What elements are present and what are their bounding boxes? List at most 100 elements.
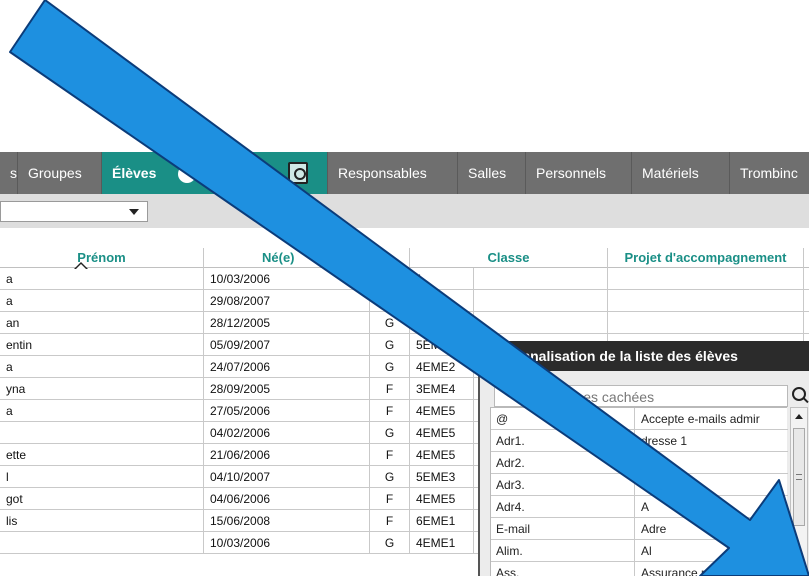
scroll-grip-icon xyxy=(796,474,802,480)
cell-ne: 10/03/2006 xyxy=(204,532,370,554)
cell-ne: 28/09/2005 xyxy=(204,378,370,400)
cell-ne: 04/02/2006 xyxy=(204,422,370,444)
hidden-column-item[interactable]: Ass. Assurance responsab xyxy=(491,562,788,576)
cell-classe xyxy=(410,312,474,334)
cell-prenom: lis xyxy=(0,510,204,532)
cell-prenom: l xyxy=(0,466,204,488)
cell-classe: 4EME5 xyxy=(410,488,474,510)
cell-ne: 27/05/2006 xyxy=(204,400,370,422)
col-header-prenom[interactable]: Prénom xyxy=(0,248,204,268)
tab-partial[interactable]: s xyxy=(0,152,18,194)
cell-prenom xyxy=(0,422,204,444)
column-label: Accepte e-mails admir xyxy=(641,412,760,426)
scroll-up-icon[interactable] xyxy=(795,414,803,419)
hidden-columns-field[interactable]: olonnes cachées xyxy=(494,385,788,407)
cell-sexe: F xyxy=(370,488,410,510)
cell-sexe xyxy=(370,268,410,290)
cell-projet xyxy=(608,312,804,334)
cell-classe: 5EME3 xyxy=(410,466,474,488)
cell-classe: 4EME5 xyxy=(410,444,474,466)
cell-sexe xyxy=(370,290,410,312)
column-abbreviation: E-mail xyxy=(491,518,635,540)
cell-sexe: G xyxy=(370,334,410,356)
col-header-sexe[interactable] xyxy=(370,248,410,268)
chevron-down-icon[interactable] xyxy=(129,209,139,215)
cell-prenom: an xyxy=(0,312,204,334)
filter-combo[interactable] xyxy=(0,201,148,222)
cell-classe-extra xyxy=(474,312,608,334)
cell-projet xyxy=(608,268,804,290)
cell-ne: 24/07/2006 xyxy=(204,356,370,378)
document-search-icon[interactable] xyxy=(288,162,308,184)
cell-classe: 5EM xyxy=(410,334,474,356)
cell-prenom: a xyxy=(0,356,204,378)
cell-prenom xyxy=(0,532,204,554)
column-label: e 2 xyxy=(641,456,658,470)
tab-materiels[interactable]: Matériels xyxy=(632,152,730,194)
hidden-column-item[interactable]: Adr1. dresse 1 xyxy=(491,430,788,452)
hidden-column-item[interactable]: Alim. Al xyxy=(491,540,788,562)
list-customization-panel: ersonnalisation de la liste des élèves o… xyxy=(478,341,809,576)
table-row[interactable]: a 29/08/2007 xyxy=(0,290,809,312)
cell-ne: 10/03/2006 xyxy=(204,268,370,290)
hidden-column-item[interactable]: E-mail Adre xyxy=(491,518,788,540)
cell-ne: 04/10/2007 xyxy=(204,466,370,488)
cell-classe: 6EME1 xyxy=(410,510,474,532)
cell-ne: 15/06/2008 xyxy=(204,510,370,532)
cell-sexe: F xyxy=(370,400,410,422)
tab-trombinoscope[interactable]: Trombinc xyxy=(730,152,809,194)
hidden-column-item[interactable]: @ Accepte e-mails admir xyxy=(491,408,788,430)
tab-responsables[interactable]: Responsables xyxy=(328,152,458,194)
column-label: Adre xyxy=(641,522,667,536)
search-icon[interactable] xyxy=(790,386,809,406)
cell-ne: 04/06/2006 xyxy=(204,488,370,510)
column-abbreviation: Alim. xyxy=(491,540,635,562)
column-abbreviation: Ass. xyxy=(491,562,635,576)
cell-sexe: G xyxy=(370,422,410,444)
cell-classe: 3EME4 xyxy=(410,378,474,400)
hidden-column-item[interactable]: Adr3. xyxy=(491,474,788,496)
tab-groupes[interactable]: Groupes xyxy=(18,152,102,194)
cell-ne: 28/12/2005 xyxy=(204,312,370,334)
cell-classe-extra xyxy=(474,268,608,290)
column-label: Assurance responsab xyxy=(641,566,758,576)
tab-bar: s Groupes Élèves Responsables Salles Per… xyxy=(0,152,809,194)
col-header-classe[interactable]: Classe xyxy=(410,248,608,268)
column-abbreviation: Adr3. xyxy=(491,474,635,496)
tab-circle-icon[interactable] xyxy=(178,165,196,183)
col-header-projet[interactable]: Projet d'accompagnement xyxy=(608,248,804,268)
hidden-column-item[interactable]: Adr2. e 2 xyxy=(491,452,788,474)
hidden-columns-list: @ Accepte e-mails admir Adr1. dresse 1 Adr2.… xyxy=(490,407,788,576)
cell-classe: 4EME1 xyxy=(410,532,474,554)
cell-sexe: F xyxy=(370,378,410,400)
column-abbreviation: Adr4. xyxy=(491,496,635,518)
column-label: Al xyxy=(641,544,652,558)
cell-ne: 21/06/2006 xyxy=(204,444,370,466)
hidden-column-item[interactable]: Adr4. A xyxy=(491,496,788,518)
column-label: A xyxy=(641,500,650,514)
screen: s Groupes Élèves Responsables Salles Per… xyxy=(0,0,809,576)
column-label xyxy=(635,474,788,496)
table-row[interactable]: an 28/12/2005 G xyxy=(0,312,809,334)
cell-prenom: got xyxy=(0,488,204,510)
column-abbreviation: Adr2. xyxy=(491,452,635,474)
cell-projet xyxy=(608,290,804,312)
tab-salles[interactable]: Salles xyxy=(458,152,526,194)
column-abbreviation: Adr1. xyxy=(491,430,635,452)
scroll-thumb[interactable] xyxy=(793,428,805,526)
panel-scrollbar[interactable] xyxy=(790,407,808,576)
cell-sexe: G xyxy=(370,466,410,488)
col-header-ne[interactable]: Né(e) xyxy=(204,248,370,268)
cell-prenom: ette xyxy=(0,444,204,466)
cell-sexe: G xyxy=(370,356,410,378)
hidden-columns-search: olonnes cachées xyxy=(480,385,809,407)
cell-classe xyxy=(410,290,474,312)
column-label: dresse 1 xyxy=(641,434,688,448)
cell-prenom: a xyxy=(0,290,204,312)
cell-sexe: F xyxy=(370,444,410,466)
table-row[interactable]: a 10/03/2006 1 xyxy=(0,268,809,290)
cell-sexe: G xyxy=(370,532,410,554)
tab-personnels[interactable]: Personnels xyxy=(526,152,632,194)
cell-classe: 4EME2 xyxy=(410,356,474,378)
cell-classe: 4EME5 xyxy=(410,422,474,444)
